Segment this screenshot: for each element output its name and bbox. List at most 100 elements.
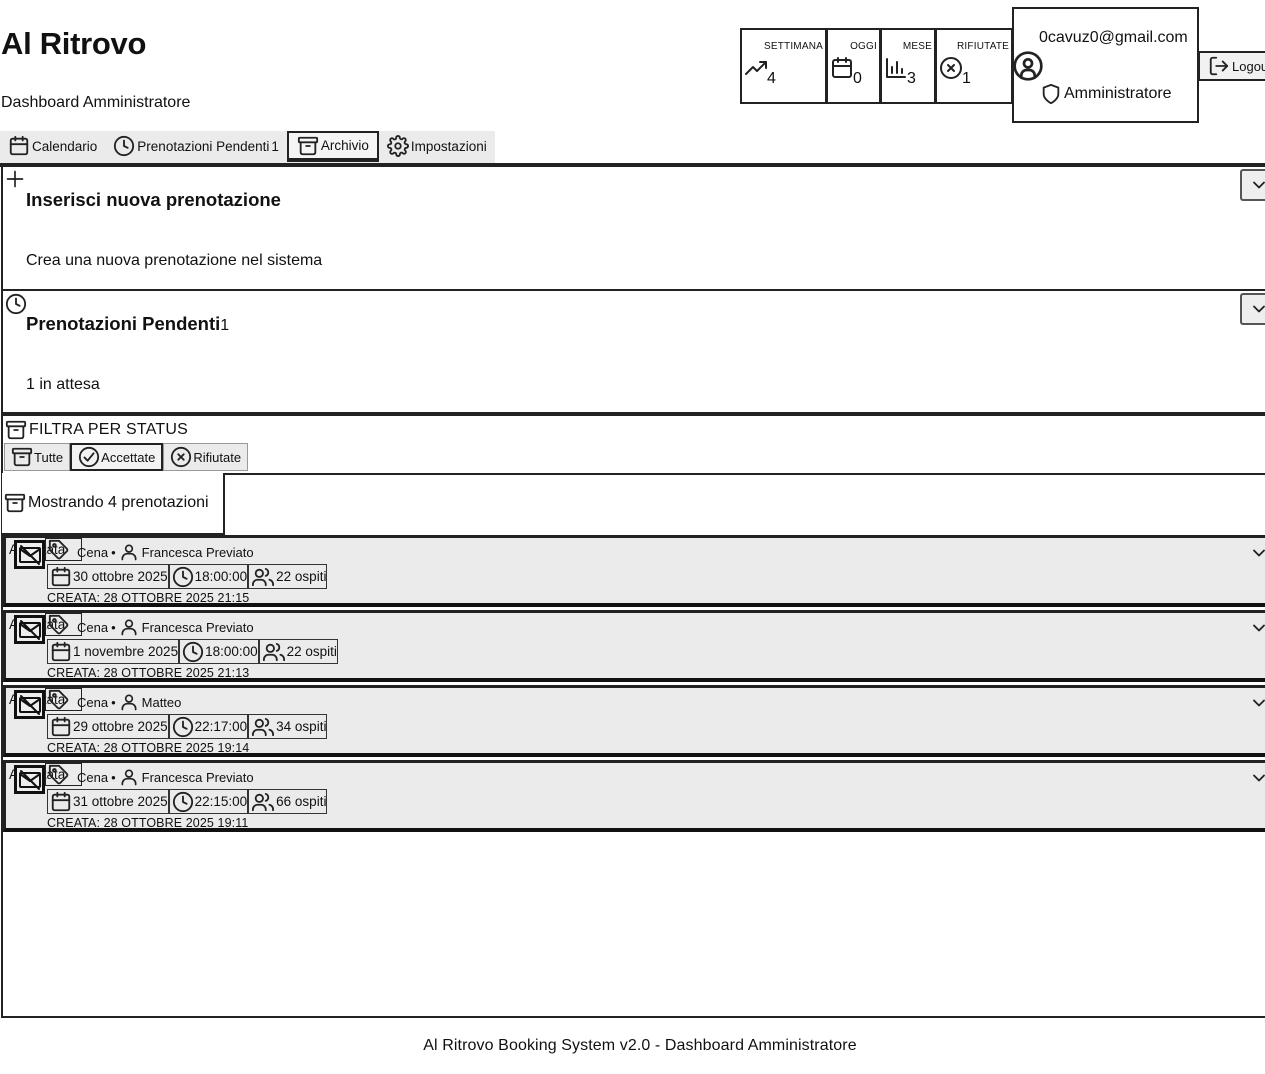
booking-time: 18:00:00 (179, 639, 259, 664)
booking-created-at: CREATA: 28 OTTOBRE 2025 21:13 (47, 666, 250, 680)
filter-rejected-button[interactable]: Rifiutate (163, 443, 249, 471)
logout-button[interactable]: Logout (1198, 51, 1265, 81)
stat-value: 4 (767, 70, 776, 87)
tab-calendario[interactable]: Calendario (0, 131, 105, 161)
booking-row[interactable]: Accettata Cena• Francesca Previato 31 ot… (3, 760, 1265, 832)
chevron-down-icon[interactable] (1249, 543, 1265, 563)
tag-icon (48, 539, 70, 561)
archive-icon (297, 135, 319, 157)
stat-value: 1 (962, 70, 971, 87)
booking-type: Cena (77, 694, 109, 710)
clock-icon (172, 791, 194, 813)
stat-card-rejected: RIFIUTATE 1 (935, 28, 1013, 104)
filter-accepted-button[interactable]: Accettate (70, 443, 164, 471)
booking-details: 1 novembre 2025 18:00:00 22 ospiti (47, 639, 338, 664)
booking-time: 22:17:00 (168, 714, 249, 739)
users-icon (251, 791, 275, 813)
clock-icon (172, 716, 194, 738)
booking-time: 22:15:00 (168, 789, 249, 814)
booking-guests-text: 34 ospiti (276, 719, 327, 734)
pending-expand-button[interactable] (1240, 293, 1265, 325)
bar-chart-icon (884, 56, 908, 80)
chevron-down-icon[interactable] (1249, 693, 1265, 713)
trending-up-icon (744, 56, 768, 80)
new-booking-section[interactable]: Inserisci nuova prenotazione Crea una nu… (1, 167, 1265, 291)
booking-details: 29 ottobre 2025 22:17:00 34 ospiti (47, 714, 328, 739)
booking-type: Cena (77, 769, 109, 785)
stat-card-week: SETTIMANA 4 (740, 28, 827, 104)
pending-section[interactable]: Prenotazioni Pendenti1 1 in attesa (1, 291, 1265, 414)
calendar-icon (50, 641, 72, 663)
booking-guests-text: 66 ospiti (276, 794, 327, 809)
tag-icon (48, 764, 70, 786)
mail-off-icon[interactable] (14, 540, 45, 569)
booking-meta: Cena • Francesca Previato (77, 767, 254, 787)
chevron-down-icon[interactable] (1249, 768, 1265, 788)
separator-dot: • (111, 544, 116, 560)
new-booking-expand-button[interactable] (1240, 169, 1265, 201)
tab-prenotazioni-pendenti[interactable]: Prenotazioni Pendenti 1 (105, 131, 287, 161)
chevron-down-icon (1249, 299, 1265, 319)
clock-icon (182, 641, 204, 663)
user-avatar-icon (1012, 50, 1044, 82)
clock-icon (5, 293, 27, 315)
gear-icon (386, 135, 409, 157)
separator-dot: • (111, 694, 116, 710)
calendar-icon (830, 56, 854, 80)
stat-value: 3 (907, 70, 916, 87)
archive-icon (5, 419, 27, 441)
archive-icon (11, 446, 33, 468)
app-title: Al Ritrovo (1, 26, 147, 61)
stat-label: RIFIUTATE (957, 41, 1009, 52)
booking-date-text: 1 novembre 2025 (73, 644, 179, 659)
shield-icon (1040, 83, 1062, 105)
calendar-icon (8, 135, 30, 157)
booking-type: Cena (77, 619, 109, 635)
booking-time-text: 22:17:00 (194, 719, 248, 734)
tab-impostazioni[interactable]: Impostazioni (379, 131, 495, 161)
booking-guests-text: 22 ospiti (286, 644, 337, 659)
booking-date: 29 ottobre 2025 (47, 714, 169, 739)
stat-card-today: OGGI 0 (826, 28, 881, 104)
booking-meta: Cena • Matteo (77, 692, 181, 712)
tag-icon (48, 689, 70, 711)
booking-details: 31 ottobre 2025 22:15:00 66 ospiti (47, 789, 328, 814)
filter-all-button[interactable]: Tutte (4, 443, 71, 471)
status-filter-group: Tutte Accettate Rifiutate (4, 443, 249, 471)
separator-dot: • (111, 619, 116, 635)
booking-type: Cena (77, 544, 109, 560)
tab-archivio[interactable]: Archivio (286, 131, 379, 162)
clock-icon (172, 566, 194, 588)
booking-meta: Cena • Francesca Previato (77, 542, 254, 562)
booking-row[interactable]: Accettata Cena• Francesca Previato 30 ot… (3, 535, 1265, 607)
mail-off-icon[interactable] (14, 690, 45, 719)
filter-header: FILTRA PER STATUS (5, 419, 188, 441)
booking-created-at: CREATA: 28 OTTOBRE 2025 19:14 (47, 741, 250, 755)
calendar-icon (50, 566, 72, 588)
user-icon (119, 767, 139, 787)
pending-title-text: Prenotazioni Pendenti (26, 313, 221, 334)
tab-label: Impostazioni (410, 138, 487, 154)
plus-icon (5, 169, 25, 189)
divider (225, 473, 1265, 475)
chevron-down-icon[interactable] (1249, 618, 1265, 638)
tag-icon (48, 614, 70, 636)
archive-icon (4, 492, 26, 514)
user-role-label: Amministratore (1064, 85, 1172, 102)
booking-date: 31 ottobre 2025 (47, 789, 169, 814)
mail-off-icon[interactable] (14, 615, 45, 644)
chevron-down-icon (1249, 175, 1265, 195)
user-card: 0cavuz0@gmail.com Amministratore (1012, 7, 1199, 123)
filter-all-label: Tutte (34, 449, 64, 465)
booking-row[interactable]: Accettata Cena• Matteo 29 ottobre 2025 (3, 685, 1265, 757)
booking-date-text: 31 ottobre 2025 (73, 794, 168, 809)
booking-row[interactable]: Accettata Cena• Francesca Previato 1 nov… (3, 610, 1265, 682)
tab-badge: 1 (271, 138, 279, 154)
tab-label: Archivio (320, 138, 369, 153)
user-role: Amministratore (1040, 83, 1172, 105)
main-tabs: Calendario Prenotazioni Pendenti 1 Archiv… (0, 131, 495, 163)
mail-off-icon[interactable] (14, 765, 45, 794)
results-count-text: Mostrando 4 prenotazioni (28, 494, 209, 511)
user-icon (119, 617, 139, 637)
stat-label: MESE (902, 41, 932, 52)
